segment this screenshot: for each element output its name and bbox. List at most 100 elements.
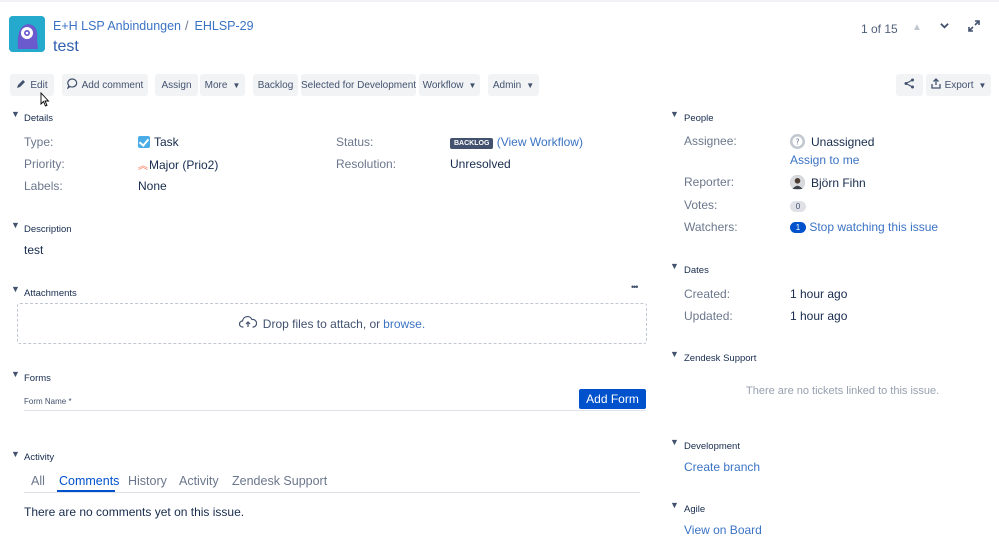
browse-link[interactable]: browse.	[383, 317, 425, 331]
comment-icon	[66, 78, 78, 92]
cloud-upload-icon	[238, 315, 257, 332]
development-section-title: Development	[684, 441, 740, 452]
stop-watching-link[interactable]: Stop watching this issue	[809, 220, 938, 234]
view-on-board-link[interactable]: View on Board	[684, 523, 762, 537]
add-comment-button[interactable]: Add comment	[62, 74, 148, 96]
share-button[interactable]	[896, 74, 923, 96]
development-toggle-chevron-icon[interactable]: ▼	[670, 437, 679, 447]
selected-for-development-button[interactable]: Selected for Development	[301, 74, 416, 96]
assign-to-me-link[interactable]: Assign to me	[790, 153, 859, 167]
chevron-down-icon: ▼	[526, 80, 535, 90]
workflow-dropdown-button[interactable]: Workflow ▼	[419, 74, 480, 96]
priority-major-icon: ︽	[138, 161, 148, 172]
forms-section-title: Forms	[24, 373, 51, 384]
add-comment-button-label: Add comment	[81, 79, 144, 91]
tab-all[interactable]: All	[31, 474, 45, 488]
assign-button[interactable]: Assign	[155, 74, 198, 96]
people-section-title: People	[684, 113, 714, 124]
tab-zendesk-support[interactable]: Zendesk Support	[232, 474, 327, 488]
active-tab-indicator	[57, 490, 115, 492]
attachments-section-title: Attachments	[24, 288, 77, 299]
agile-toggle-chevron-icon[interactable]: ▼	[670, 500, 679, 510]
tab-activity[interactable]: Activity	[179, 474, 219, 488]
export-dropdown-button[interactable]: Export ▼	[926, 74, 991, 96]
form-name-input[interactable]	[24, 410, 646, 411]
description-text[interactable]: test	[24, 243, 43, 257]
reporter-value[interactable]: Björn Fihn	[790, 175, 866, 190]
zendesk-empty-text: There are no tickets linked to this issu…	[746, 385, 940, 397]
drop-files-text: Drop files to attach, or	[262, 316, 381, 331]
no-comments-text: There are no comments yet on this issue.	[24, 505, 245, 519]
task-checkbox-icon	[138, 136, 150, 148]
description-section-title: Description	[24, 224, 72, 235]
unassigned-avatar-icon: ?	[790, 134, 805, 149]
watchers-count-badge[interactable]: 1	[790, 222, 806, 233]
pencil-icon	[16, 79, 26, 92]
backlog-transition-button[interactable]: Backlog	[253, 74, 298, 96]
details-section-title: Details	[24, 113, 54, 124]
add-form-button[interactable]: Add Form	[579, 389, 646, 409]
tabs-divider	[24, 492, 640, 493]
labels-label: Labels:	[24, 179, 63, 193]
details-toggle-chevron-icon[interactable]: ▼	[11, 109, 20, 119]
breadcrumb-issue-key-link[interactable]: EHLSP-29	[195, 19, 254, 33]
avatar	[790, 175, 805, 190]
priority-label: Priority:	[24, 157, 65, 171]
breadcrumb: E+H LSP Anbindungen / EHLSP-29	[53, 19, 254, 33]
votes-value[interactable]: 0	[790, 199, 806, 213]
tab-comments[interactable]: Comments	[59, 474, 119, 488]
zendesk-section-title: Zendesk Support	[684, 353, 757, 364]
status-value: BACKLOG (View Workflow)	[450, 135, 583, 149]
type-label: Type:	[24, 135, 54, 149]
more-dropdown-button[interactable]: More ▼	[200, 74, 245, 96]
view-workflow-link[interactable]: (View Workflow)	[497, 135, 583, 149]
activity-toggle-chevron-icon[interactable]: ▼	[11, 449, 20, 459]
more-button-label: More	[204, 79, 228, 91]
updated-value: 1 hour ago	[790, 309, 848, 323]
people-toggle-chevron-icon[interactable]: ▼	[670, 109, 679, 119]
admin-button-label: Admin	[492, 79, 522, 91]
assignee-value[interactable]: ? Unassigned	[790, 134, 874, 149]
assignee-value-text: Unassigned	[811, 135, 875, 149]
watchers-value: 1 Stop watching this issue	[790, 220, 938, 234]
votes-count-badge: 0	[790, 201, 806, 212]
agile-section-title: Agile	[684, 504, 706, 515]
attachments-toggle-chevron-icon[interactable]: ▼	[11, 284, 20, 294]
priority-value: ︽ Major (Prio2)	[138, 157, 218, 172]
zendesk-toggle-chevron-icon[interactable]: ▼	[670, 349, 679, 359]
forms-toggle-chevron-icon[interactable]: ▼	[11, 369, 20, 379]
status-label: Status:	[336, 135, 374, 149]
admin-dropdown-button[interactable]: Admin ▼	[488, 74, 539, 96]
chevron-down-icon: ▼	[468, 80, 477, 90]
previous-issue-chevron-up-icon[interactable]: ▲	[912, 22, 922, 33]
chevron-down-icon: ▼	[232, 80, 241, 90]
activity-section-title: Activity	[24, 452, 55, 463]
assign-button-label: Assign	[161, 79, 192, 91]
chevron-down-icon: ▼	[978, 80, 987, 90]
expand-icon[interactable]	[968, 20, 980, 35]
selected-for-development-label: Selected for Development	[300, 79, 417, 91]
dates-toggle-chevron-icon[interactable]: ▼	[670, 261, 679, 271]
mouse-cursor-icon	[40, 91, 50, 107]
labels-value: None	[138, 179, 167, 193]
svg-text:?: ?	[795, 138, 799, 147]
edit-button-label: Edit	[30, 79, 48, 91]
resolution-value: Unresolved	[450, 157, 511, 171]
workflow-button-label: Workflow	[422, 79, 464, 91]
description-toggle-chevron-icon[interactable]: ▼	[11, 220, 20, 230]
created-value: 1 hour ago	[790, 287, 848, 301]
create-branch-link[interactable]: Create branch	[684, 460, 760, 474]
attachments-more-icon[interactable]: •••	[631, 282, 639, 292]
breadcrumb-separator: /	[185, 19, 189, 33]
breadcrumb-project-link[interactable]: E+H LSP Anbindungen	[53, 19, 181, 33]
type-value: Task	[138, 135, 179, 149]
project-avatar[interactable]	[9, 16, 45, 52]
issue-title[interactable]: test	[53, 38, 79, 56]
export-icon	[930, 78, 941, 92]
issue-pager-count: 1 of 15	[861, 22, 898, 36]
tab-history[interactable]: History	[128, 474, 167, 488]
top-divider	[0, 0, 999, 2]
attachment-dropzone[interactable]: Drop files to attach, or browse.	[17, 303, 647, 344]
next-issue-chevron-down-icon[interactable]	[940, 21, 949, 33]
watchers-label: Watchers:	[684, 220, 738, 234]
